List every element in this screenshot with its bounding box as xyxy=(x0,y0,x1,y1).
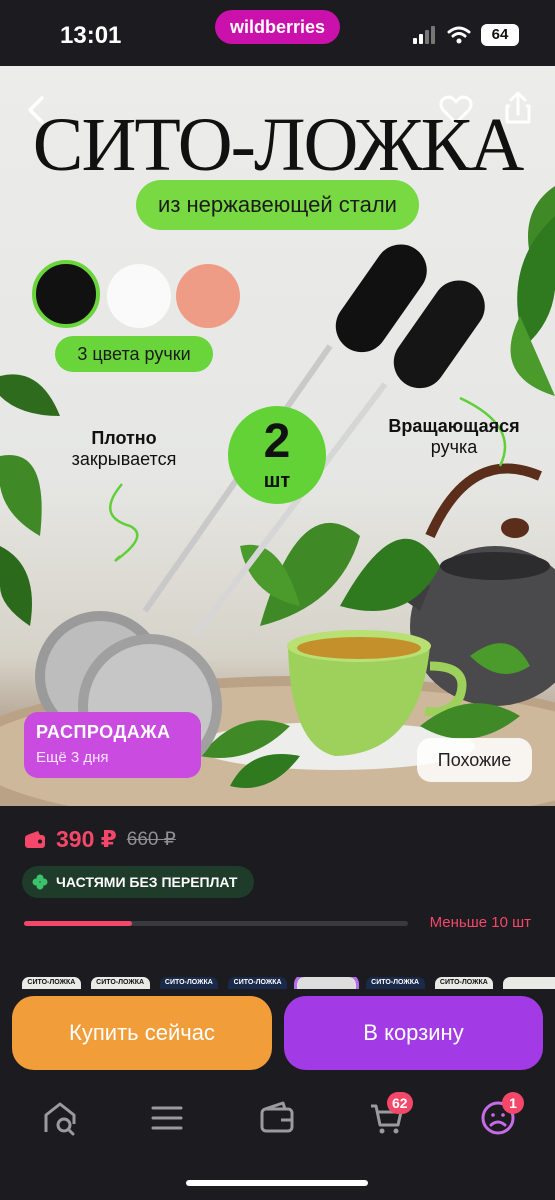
old-price: 660 ₽ xyxy=(126,829,176,850)
brand-logo[interactable]: wildberries xyxy=(215,10,340,44)
clover-icon xyxy=(32,874,48,890)
feature-left-text: закрывается xyxy=(71,449,177,469)
color-swatch-peach xyxy=(176,264,240,328)
installment-text: ЧАСТЯМИ БЕЗ ПЕРЕПЛАТ xyxy=(56,874,238,890)
price-row: 390 ₽ 660 ₽ xyxy=(24,826,176,853)
thumbnail[interactable]: СИТО-ЛОЖКА xyxy=(90,977,150,989)
home-search-icon xyxy=(44,1102,76,1136)
thumbnail-active[interactable] xyxy=(294,977,359,989)
quantity-unit: шт xyxy=(263,470,291,492)
tab-catalog[interactable] xyxy=(147,1098,187,1138)
thumbnail[interactable]: СИТО-ЛОЖКА xyxy=(365,977,425,989)
wifi-icon xyxy=(447,26,471,44)
sale-badge[interactable]: РАСПРОДАЖА Ещё 3 дня xyxy=(24,712,201,778)
color-swatch-black xyxy=(32,260,100,328)
tab-home[interactable] xyxy=(40,1098,80,1138)
installment-badge[interactable]: ЧАСТЯМИ БЕЗ ПЕРЕПЛАТ xyxy=(22,866,254,898)
home-indicator xyxy=(186,1180,368,1186)
tab-cart[interactable]: 62 xyxy=(367,1092,413,1138)
current-price: 390 ₽ xyxy=(56,826,117,852)
status-bar: 13:01 wildberries 64 xyxy=(0,0,555,66)
thumbnail-strip: СИТО-ЛОЖКА СИТО-ЛОЖКА СИТО-ЛОЖКА СИТО-ЛО… xyxy=(22,977,555,989)
feature-tight-close: Плотно закрывается xyxy=(54,428,194,470)
quantity-number: 2 xyxy=(263,415,291,468)
tab-wallet[interactable] xyxy=(257,1098,297,1138)
color-swatch-white xyxy=(107,264,171,328)
status-icons: 64 xyxy=(413,24,519,46)
feature-rotating-handle: Вращающаяся ручка xyxy=(368,416,540,458)
thumbnail[interactable] xyxy=(503,977,555,989)
wallet-tab-icon xyxy=(260,1101,294,1133)
sale-countdown: Ещё 3 дня xyxy=(36,749,109,766)
cellular-signal-icon xyxy=(413,26,435,44)
similar-button[interactable]: Похожие xyxy=(417,738,532,782)
add-to-cart-button[interactable]: В корзину xyxy=(284,996,543,1070)
status-time: 13:01 xyxy=(60,22,122,49)
feature-right-text: ручка xyxy=(430,437,478,457)
sale-title: РАСПРОДАЖА xyxy=(36,722,171,742)
thumbnail[interactable]: СИТО-ЛОЖКА xyxy=(22,977,81,989)
stock-progress-fill xyxy=(24,921,132,926)
battery-indicator: 64 xyxy=(481,24,519,46)
tab-profile[interactable]: 1 xyxy=(478,1092,524,1138)
material-label: из нержавеющей стали xyxy=(136,180,419,230)
stock-text: Меньше 10 шт xyxy=(429,914,531,931)
buy-now-button[interactable]: Купить сейчас xyxy=(12,996,272,1070)
cart-badge: 62 xyxy=(387,1092,413,1114)
product-gallery[interactable]: СИТО-ЛОЖКА из нержавеющей стали 3 цвета … xyxy=(0,66,555,806)
quantity-badge: 2 шт xyxy=(228,406,326,504)
feature-left-bold: Плотно xyxy=(91,428,157,448)
colors-label: 3 цвета ручки xyxy=(55,336,213,372)
thumbnail[interactable]: СИТО-ЛОЖКА xyxy=(228,977,287,989)
menu-icon xyxy=(151,1106,183,1130)
thumbnail[interactable]: СИТО-ЛОЖКА xyxy=(434,977,494,989)
feature-right-bold: Вращающаяся xyxy=(388,416,520,436)
promo-title: СИТО-ЛОЖКА xyxy=(32,103,524,187)
thumbnail[interactable]: СИТО-ЛОЖКА xyxy=(159,977,219,989)
profile-badge: 1 xyxy=(502,1092,524,1114)
stock-progress xyxy=(24,921,408,926)
wallet-icon xyxy=(25,830,45,848)
